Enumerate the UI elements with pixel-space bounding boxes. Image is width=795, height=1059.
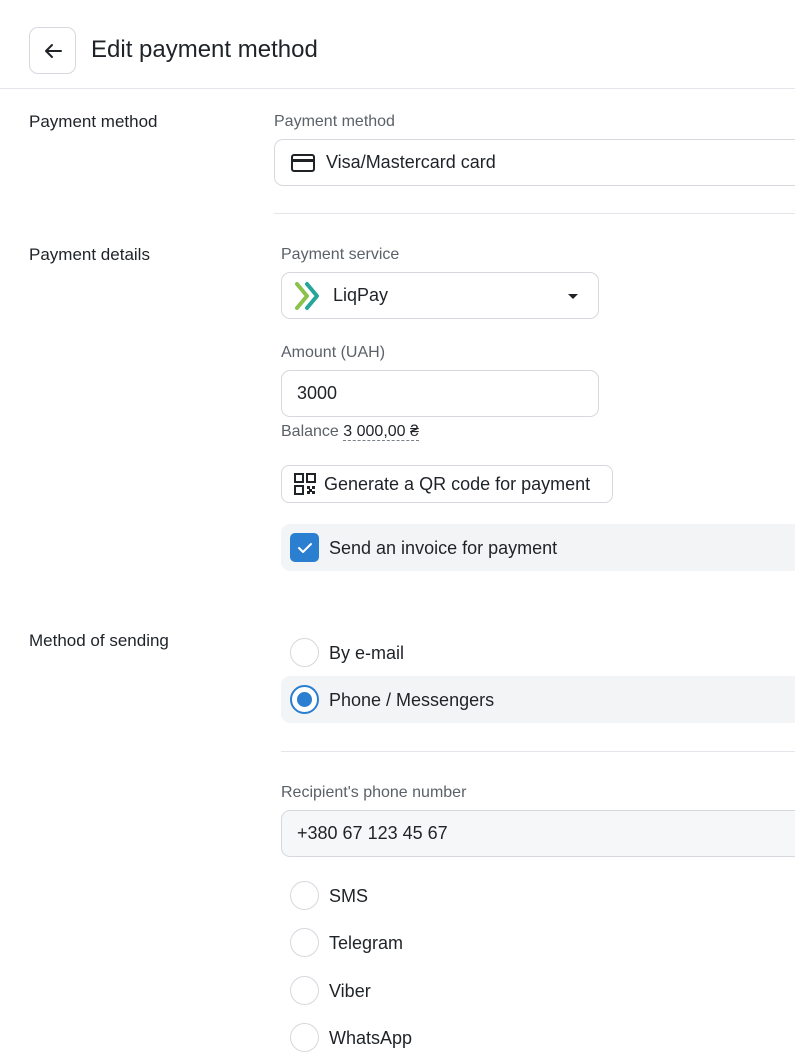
check-icon [297, 542, 312, 553]
payment-service-select[interactable]: LiqPay [281, 272, 599, 319]
credit-card-icon [291, 153, 315, 172]
divider [281, 751, 795, 752]
phone-number-value: +380 67 123 45 67 [297, 823, 448, 843]
radio-telegram[interactable] [290, 928, 319, 957]
invoice-checkbox-label: Send an invoice for payment [329, 538, 558, 558]
generate-qr-button[interactable]: Generate a QR code for payment [281, 465, 613, 503]
radio-phone-messengers[interactable] [290, 685, 319, 714]
arrow-left-icon [44, 43, 62, 58]
amount-label: Amount (UAH) [281, 344, 386, 361]
liqpay-logo-icon [295, 281, 319, 310]
section-label-payment-method: Payment method [29, 112, 158, 131]
option-phone-label: Phone / Messengers [329, 690, 495, 710]
phone-number-label: Recipient's phone number [281, 784, 467, 801]
amount-value: 3000 [297, 383, 338, 403]
payment-service-label: Payment service [281, 246, 400, 263]
amount-input[interactable]: 3000 [281, 370, 599, 417]
channel-whatsapp-label: WhatsApp [329, 1028, 413, 1048]
balance-info: Balance 3 000,00 ₴ [281, 422, 419, 442]
divider [274, 213, 795, 214]
option-email-label: By e-mail [329, 643, 405, 663]
invoice-checkbox[interactable] [290, 533, 319, 562]
radio-sms[interactable] [290, 881, 319, 910]
section-label-payment-details: Payment details [29, 245, 150, 264]
chevron-down-icon [568, 294, 578, 299]
channel-telegram-label: Telegram [329, 933, 404, 953]
channel-viber-label: Viber [329, 981, 371, 1001]
balance-label: Balance [281, 423, 339, 440]
page-title: Edit payment method [91, 36, 318, 63]
channel-sms-label: SMS [329, 886, 369, 906]
qr-code-icon [294, 473, 316, 495]
payment-method-select[interactable]: Visa/Mastercard card [274, 139, 795, 186]
payment-service-value: LiqPay [333, 285, 389, 305]
radio-whatsapp[interactable] [290, 1023, 319, 1052]
section-label-method-of-sending: Method of sending [29, 631, 169, 650]
phone-number-input[interactable]: +380 67 123 45 67 [281, 810, 795, 857]
payment-method-field-label: Payment method [274, 113, 395, 130]
radio-viber[interactable] [290, 976, 319, 1005]
generate-qr-label: Generate a QR code for payment [324, 473, 591, 494]
back-button[interactable] [29, 27, 76, 74]
balance-value[interactable]: 3 000,00 ₴ [343, 423, 419, 441]
payment-method-value: Visa/Mastercard card [326, 152, 496, 172]
radio-email[interactable] [290, 638, 319, 667]
page-header: Edit payment method [0, 0, 795, 89]
